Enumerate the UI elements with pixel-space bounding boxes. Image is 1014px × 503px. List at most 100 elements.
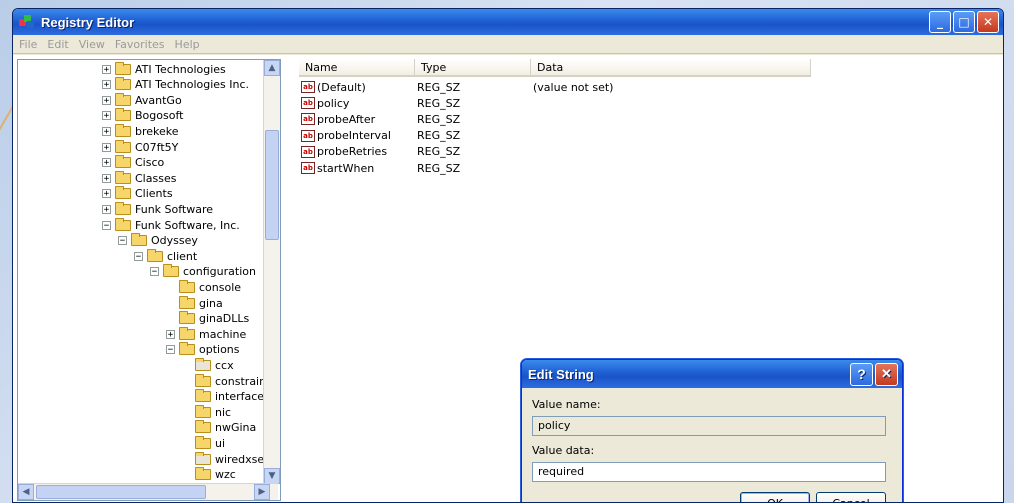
column-header-data[interactable]: Data xyxy=(531,59,811,77)
title-bar[interactable]: Registry Editor _ □ ✕ xyxy=(13,9,1003,35)
folder-icon xyxy=(115,123,131,137)
tree-item-label: brekeke xyxy=(135,124,179,138)
tree-expander-icon[interactable]: − xyxy=(134,251,143,261)
menu-view[interactable]: View xyxy=(79,38,105,51)
tree-item[interactable]: wiredxsec xyxy=(182,451,270,467)
tree-item[interactable]: − options xyxy=(166,342,240,358)
tree-expander-icon[interactable]: − xyxy=(166,345,175,355)
registry-editor-window: Registry Editor _ □ ✕ File Edit View Fav… xyxy=(12,8,1004,503)
value-name-text: probeRetries xyxy=(317,145,388,159)
folder-icon xyxy=(115,108,131,122)
tree-expander-icon[interactable]: + xyxy=(102,64,111,74)
folder-icon xyxy=(195,435,211,449)
tree-expander-icon[interactable]: − xyxy=(102,220,111,230)
dialog-close-button[interactable]: ✕ xyxy=(875,362,898,386)
value-data-input[interactable]: required xyxy=(532,462,886,482)
scroll-left-button[interactable]: ◀ xyxy=(18,484,34,500)
tree-expander-icon[interactable]: + xyxy=(102,204,111,214)
tree-item[interactable]: gina xyxy=(166,295,223,311)
tree-expander-icon[interactable]: + xyxy=(102,95,111,105)
tree-item[interactable]: + machine xyxy=(166,326,246,342)
horizontal-scroll-thumb[interactable] xyxy=(36,485,206,499)
menu-file[interactable]: File xyxy=(19,38,37,51)
tree-item-label: Odyssey xyxy=(151,234,198,248)
ok-button[interactable]: OK xyxy=(740,492,810,502)
tree-item[interactable]: + AvantGo xyxy=(102,92,182,108)
tree-item[interactable]: console xyxy=(166,279,241,295)
string-value-icon: ab xyxy=(301,97,315,110)
string-value-icon: ab xyxy=(301,162,315,174)
tree-expander-icon[interactable]: + xyxy=(102,189,111,199)
list-item[interactable]: ab probeAfter REG_SZ xyxy=(301,111,733,127)
tree-item-label: ATI Technologies Inc. xyxy=(135,78,250,92)
tree-item-label: Clients xyxy=(135,187,173,201)
scroll-down-button[interactable]: ▼ xyxy=(264,468,280,484)
tree-item[interactable]: − configuration xyxy=(150,264,256,280)
list-item[interactable]: ab policy REG_SZ xyxy=(301,95,733,111)
tree-expander-icon[interactable]: + xyxy=(102,80,111,90)
tree-item[interactable]: + C07ft5Y xyxy=(102,139,178,155)
scroll-right-button[interactable]: ▶ xyxy=(254,484,270,500)
scroll-up-button[interactable]: ▲ xyxy=(264,60,280,76)
tree-item[interactable]: + Cisco xyxy=(102,155,164,171)
tree-item[interactable]: + Funk Software xyxy=(102,201,213,217)
tree-expander-icon[interactable]: + xyxy=(102,173,111,183)
tree-item[interactable]: ccx xyxy=(182,357,234,373)
tree-item[interactable]: nic xyxy=(182,404,231,420)
minimize-button[interactable]: _ xyxy=(929,11,951,33)
list-item[interactable]: ab probeRetries REG_SZ xyxy=(301,144,733,160)
tree-item-label: Classes xyxy=(135,171,177,185)
tree-item[interactable]: interface xyxy=(182,389,264,405)
tree-item[interactable]: − Odyssey xyxy=(118,233,198,249)
folder-icon xyxy=(131,233,147,247)
folder-icon xyxy=(115,217,131,231)
value-data-cell: (value not set) xyxy=(533,80,614,94)
menu-edit[interactable]: Edit xyxy=(47,38,68,51)
list-item[interactable]: ab probeInterval REG_SZ xyxy=(301,128,733,144)
menu-favorites[interactable]: Favorites xyxy=(115,38,165,51)
folder-icon xyxy=(115,155,131,169)
tree-item[interactable]: − Funk Software, Inc. xyxy=(102,217,240,233)
tree-item[interactable]: ginaDLLs xyxy=(166,311,249,327)
cancel-button[interactable]: Cancel xyxy=(816,492,886,502)
value-type-cell: REG_SZ xyxy=(417,112,461,126)
menu-help[interactable]: Help xyxy=(175,38,200,51)
maximize-button[interactable]: □ xyxy=(953,11,975,33)
folder-icon xyxy=(195,451,211,465)
tree-expander-icon[interactable]: + xyxy=(166,329,175,339)
folder-icon xyxy=(115,92,131,106)
value-type-cell: REG_SZ xyxy=(417,129,461,143)
folder-icon xyxy=(179,342,195,356)
tree-expander-icon[interactable]: + xyxy=(102,142,111,152)
tree-vertical-scrollbar[interactable]: ▲ ▼ xyxy=(263,60,280,484)
close-button[interactable]: ✕ xyxy=(977,11,999,33)
tree-expander-icon[interactable]: + xyxy=(102,158,111,168)
tree-item[interactable]: + brekeke xyxy=(102,123,179,139)
list-item[interactable]: ab startWhen REG_SZ xyxy=(301,160,733,176)
scroll-thumb[interactable] xyxy=(265,130,279,240)
tree-expander-icon[interactable]: − xyxy=(118,236,127,246)
tree-item[interactable]: − client xyxy=(134,248,197,264)
list-item[interactable]: ab (Default) REG_SZ (value not set) xyxy=(301,79,733,95)
folder-icon xyxy=(115,186,131,200)
tree-item-label: C07ft5Y xyxy=(135,140,179,154)
column-header-type[interactable]: Type xyxy=(415,59,531,77)
tree-expander-icon[interactable]: + xyxy=(102,126,111,136)
tree-expander-icon[interactable]: + xyxy=(102,111,111,121)
main-content: + ATI Technologies + ATI Technologies Inc. +… xyxy=(13,55,1003,502)
tree-item[interactable]: ui xyxy=(182,435,225,451)
tree-item[interactable]: nwGina xyxy=(182,420,256,436)
tree-item[interactable]: + Bogosoft xyxy=(102,108,183,124)
tree-item[interactable]: + ATI Technologies Inc. xyxy=(102,77,249,93)
tree-item[interactable]: wzc xyxy=(182,467,236,483)
value-type-cell: REG_SZ xyxy=(417,145,461,159)
tree-expander-icon[interactable]: − xyxy=(150,267,159,277)
help-button[interactable]: ? xyxy=(850,362,873,386)
tree-item[interactable]: + Classes xyxy=(102,170,176,186)
tree-item[interactable]: + ATI Technologies xyxy=(102,61,226,77)
dialog-title-bar[interactable]: Edit String ? ✕ xyxy=(522,360,902,388)
folder-icon xyxy=(195,389,211,403)
tree-horizontal-scrollbar[interactable]: ◀ ▶ xyxy=(18,483,278,500)
column-header-name[interactable]: Name xyxy=(299,59,415,77)
tree-item[interactable]: + Clients xyxy=(102,186,173,202)
